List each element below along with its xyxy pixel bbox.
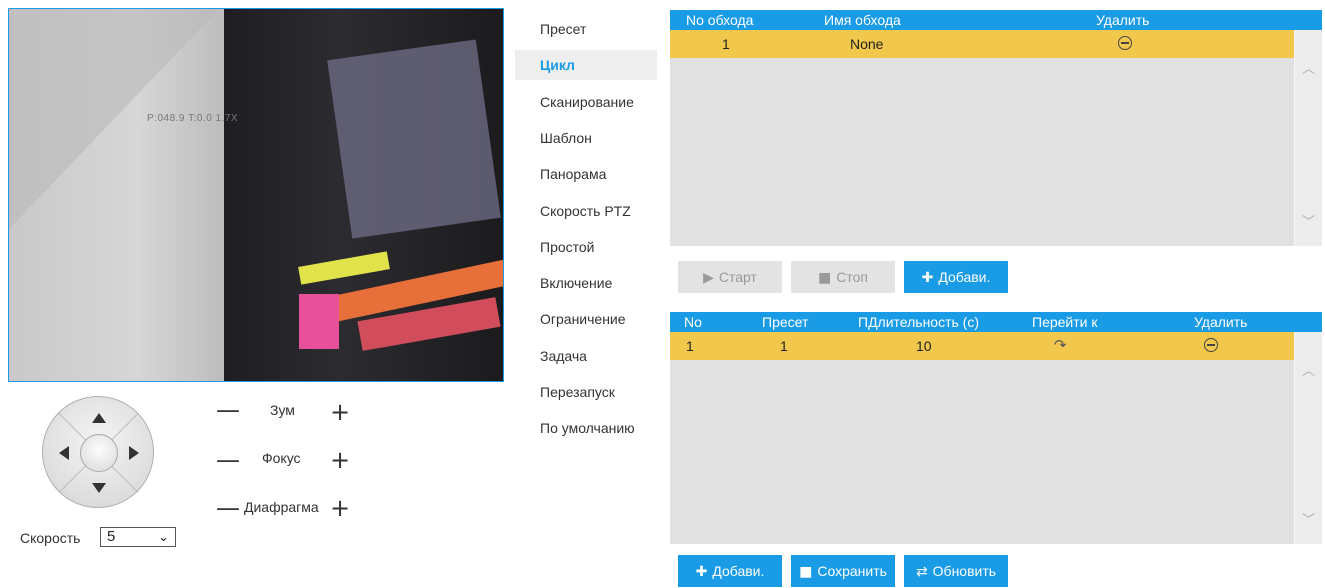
stop-button-label: Стоп: [836, 269, 868, 285]
scroll-up-icon[interactable]: ︿: [1302, 58, 1315, 77]
col-patrol-name: Имя обхода: [824, 12, 901, 28]
speed-value: 5: [107, 528, 116, 545]
chevron-down-icon: ⌄: [158, 530, 169, 545]
patrol-table: No обхода Имя обхода Удалить 1 None ︿ ﹀: [670, 10, 1322, 246]
stop-button[interactable]: ■ Стоп: [791, 261, 895, 293]
arrow-down-icon[interactable]: [92, 483, 106, 493]
focus-plus-button[interactable]: +: [330, 448, 350, 472]
video-preview[interactable]: P:048.9 T:0.0 1.7X: [8, 8, 504, 382]
focus-label: Фокус: [262, 450, 301, 466]
zoom-plus-button[interactable]: +: [330, 400, 350, 424]
patrol-table-header: No обхода Имя обхода Удалить: [670, 10, 1322, 30]
start-button[interactable]: ▶ Старт: [678, 261, 782, 293]
menu-item[interactable]: Простой: [515, 232, 657, 262]
video-scene-paper: [327, 39, 501, 239]
preset-table: No Пресет ПДлительность (с) Перейти к Уд…: [670, 312, 1322, 544]
menu-item[interactable]: Ограничение: [515, 304, 657, 334]
add-preset-button[interactable]: ✚ Добави.: [678, 555, 782, 587]
refresh-button[interactable]: ⇄ Обновить: [904, 555, 1008, 587]
joystick-center-button[interactable]: [80, 434, 118, 472]
speed-select[interactable]: 5 ⌄: [100, 527, 176, 547]
col-goto: Перейти к: [1032, 314, 1098, 330]
iris-plus-button[interactable]: +: [330, 496, 350, 520]
preset-table-header: No Пресет ПДлительность (с) Перейти к Уд…: [670, 312, 1322, 332]
patrol-no-cell: 1: [722, 36, 730, 52]
preset-no-cell: 1: [686, 338, 694, 354]
patrol-scrollbar[interactable]: ︿ ﹀: [1294, 30, 1322, 246]
scroll-down-icon[interactable]: ﹀: [1302, 211, 1315, 230]
col-no: No: [684, 314, 702, 330]
col-preset: Пресет: [762, 314, 809, 330]
menu-item[interactable]: Сканирование: [515, 87, 657, 117]
menu-item[interactable]: Шаблон: [515, 123, 657, 153]
menu-item[interactable]: По умолчанию: [515, 413, 657, 443]
preset-scrollbar[interactable]: ︿ ﹀: [1294, 332, 1322, 544]
iris-label: Диафрагма: [244, 499, 319, 515]
scroll-down-icon[interactable]: ﹀: [1302, 509, 1315, 528]
video-osd-text: P:048.9 T:0.0 1.7X: [147, 113, 239, 124]
iris-minus-button[interactable]: —: [216, 496, 240, 520]
stop-icon: ■: [818, 270, 832, 286]
menu-item[interactable]: Панорама: [515, 159, 657, 189]
add-patrol-button-label: Добави.: [938, 269, 991, 285]
add-preset-button-label: Добави.: [712, 563, 765, 579]
menu-item[interactable]: Пресет: [515, 14, 657, 44]
patrol-name-cell: None: [850, 36, 884, 52]
zoom-minus-button[interactable]: —: [216, 398, 240, 422]
col-delete: Удалить: [1096, 12, 1150, 28]
table-row[interactable]: 1 None: [670, 30, 1295, 58]
arrow-left-icon[interactable]: [59, 446, 69, 460]
save-icon: ■: [799, 564, 813, 580]
focus-minus-button[interactable]: —: [216, 448, 240, 472]
goto-arrow-icon[interactable]: ↷: [1054, 336, 1067, 354]
add-patrol-button[interactable]: ✚ Добави.: [904, 261, 1008, 293]
col-duration: ПДлительность (с): [858, 314, 980, 330]
col-patrol-no: No обхода: [686, 12, 754, 28]
delete-icon[interactable]: [1118, 36, 1132, 50]
menu-item[interactable]: Перезапуск: [515, 377, 657, 407]
menu-item[interactable]: Цикл: [515, 50, 657, 81]
refresh-button-label: Обновить: [932, 563, 997, 579]
table-row[interactable]: 1 1 10 ↷: [670, 332, 1295, 360]
duration-cell: 10: [916, 338, 932, 354]
play-icon: ▶: [703, 270, 714, 286]
video-scene-marker-pink: [299, 294, 339, 349]
ptz-joystick[interactable]: [42, 396, 154, 508]
save-button[interactable]: ■ Сохранить: [791, 555, 895, 587]
plus-icon: ✚: [695, 564, 708, 580]
preset-cell: 1: [780, 338, 788, 354]
delete-icon[interactable]: [1204, 338, 1218, 352]
refresh-icon: ⇄: [915, 564, 928, 580]
menu-item[interactable]: Задача: [515, 341, 657, 371]
scroll-up-icon[interactable]: ︿: [1302, 360, 1315, 379]
zoom-label: Зум: [270, 402, 295, 418]
plus-icon: ✚: [921, 270, 934, 286]
arrow-right-icon[interactable]: [129, 446, 139, 460]
arrow-up-icon[interactable]: [92, 413, 106, 423]
start-button-label: Старт: [718, 269, 757, 285]
col-delete: Удалить: [1194, 314, 1248, 330]
menu-item[interactable]: Включение: [515, 268, 657, 298]
save-button-label: Сохранить: [817, 563, 887, 579]
speed-label: Скорость: [20, 530, 81, 546]
menu-item[interactable]: Скорость PTZ: [515, 196, 657, 226]
